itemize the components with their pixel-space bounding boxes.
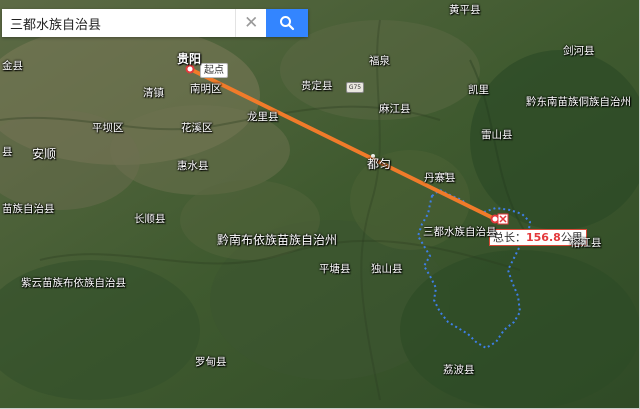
highway-badge: G75 xyxy=(346,82,364,93)
place-label[interactable]: 清镇 xyxy=(143,87,164,99)
place-label[interactable]: 紫云苗族布依族自治县 xyxy=(21,277,126,289)
place-label[interactable]: 福泉 xyxy=(369,55,390,67)
clear-search-button[interactable]: ✕ xyxy=(235,9,267,37)
place-label[interactable]: 长顺县 xyxy=(134,213,166,225)
place-label[interactable]: 丹寨县 xyxy=(424,172,456,184)
place-label[interactable]: 黔南布依族苗族自治州 xyxy=(217,234,337,246)
place-label[interactable]: 凯里 xyxy=(468,84,489,96)
search-bar: ✕ xyxy=(2,9,308,37)
place-label[interactable]: 金县 xyxy=(2,60,23,72)
map-canvas[interactable]: ✕ 起点 总长：156.8公里 G75 黄平县 剑河县 金县 贵阳 南明区 清镇… xyxy=(0,0,640,409)
delete-route-icon xyxy=(497,213,509,225)
place-label[interactable]: 黄平县 xyxy=(449,4,481,16)
satellite-terrain xyxy=(0,0,639,408)
place-label[interactable]: 贵定县 xyxy=(301,80,333,92)
place-label[interactable]: 雷山县 xyxy=(481,129,513,141)
search-icon xyxy=(280,16,295,31)
place-label[interactable]: 县 xyxy=(2,146,13,158)
place-label[interactable]: 苗族自治县 xyxy=(2,203,55,215)
search-input[interactable] xyxy=(2,9,236,37)
place-label[interactable]: 都匀 xyxy=(367,158,391,170)
place-label[interactable]: 三都水族自治县 xyxy=(423,226,497,238)
place-label[interactable]: 荔波县 xyxy=(443,364,475,376)
place-label[interactable]: 麻江县 xyxy=(379,103,411,115)
place-label[interactable]: 贵阳 xyxy=(177,53,201,65)
close-icon: ✕ xyxy=(244,13,259,33)
place-label[interactable]: 榕江县 xyxy=(570,237,602,249)
total-distance-value: 156.8 xyxy=(526,231,561,244)
place-label[interactable]: 平塘县 xyxy=(319,263,351,275)
search-button[interactable] xyxy=(266,9,308,37)
place-label[interactable]: 罗甸县 xyxy=(195,356,227,368)
place-label[interactable]: 黔东南苗族侗族自治州 xyxy=(526,96,631,108)
place-label[interactable]: 平坝区 xyxy=(92,122,124,134)
place-label[interactable]: 惠水县 xyxy=(177,160,209,172)
place-label[interactable]: 花溪区 xyxy=(181,122,213,134)
place-label[interactable]: 独山县 xyxy=(371,263,403,275)
total-prefix: 总长： xyxy=(493,231,526,244)
end-marker xyxy=(490,214,500,224)
place-label[interactable]: 龙里县 xyxy=(247,111,279,123)
start-label: 起点 xyxy=(200,63,228,78)
start-marker xyxy=(185,64,195,74)
place-label[interactable]: 南明区 xyxy=(190,83,222,95)
place-label[interactable]: 剑河县 xyxy=(563,45,595,57)
place-label[interactable]: 安顺 xyxy=(32,148,56,160)
